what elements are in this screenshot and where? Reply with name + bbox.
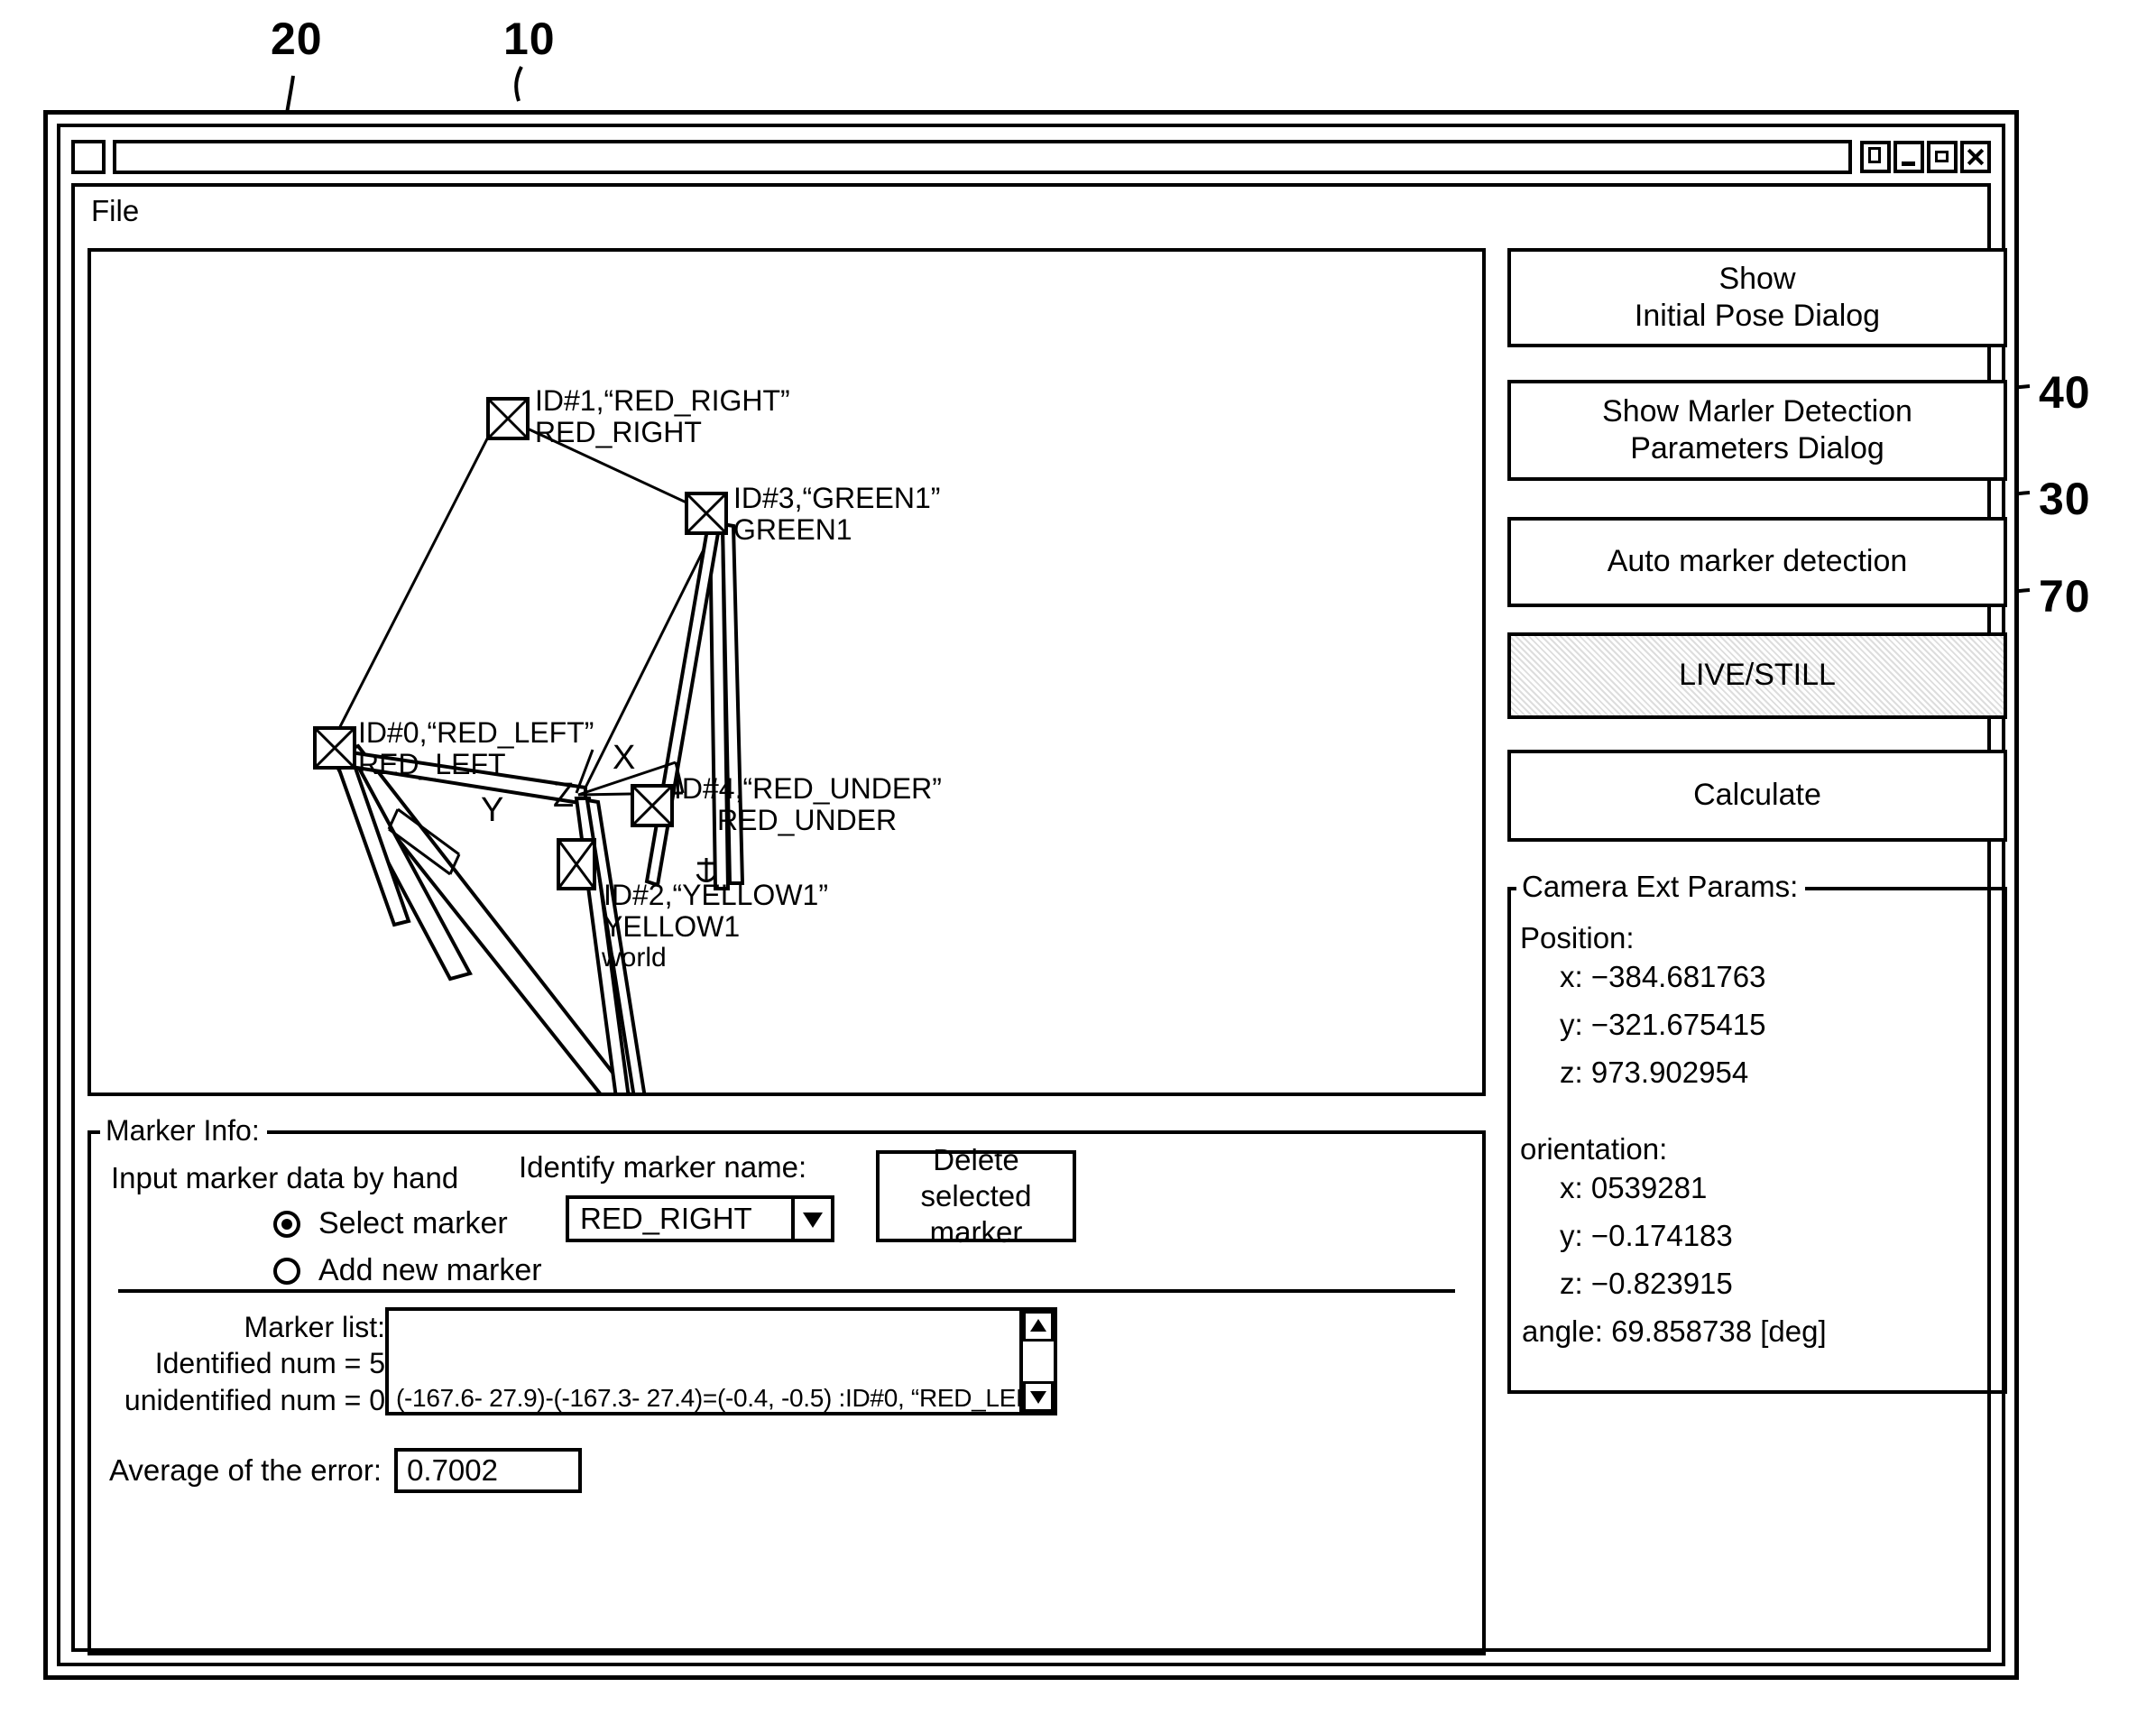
- calculate-button[interactable]: Calculate: [1507, 750, 2007, 842]
- axis-label-z: Z: [553, 777, 575, 815]
- radio-select-marker-label: Select marker: [318, 1206, 508, 1240]
- world-origin-label: world: [602, 943, 667, 973]
- orientation-x: x: 0539281: [1560, 1171, 1708, 1204]
- application-window: File ID#1,“RED_RIGHT” RED_RIGHT ID#3,“GR…: [43, 110, 2019, 1680]
- marker-id-green1: ID#3,“GREEN1”: [733, 482, 941, 514]
- delete-button-line1: Delete: [933, 1142, 1019, 1176]
- show-initial-pose-line1: Show: [1718, 261, 1796, 296]
- marker-name-yellow1: YELLOW1: [603, 909, 741, 943]
- marker-id-red-right: ID#1,“RED_RIGHT”: [535, 384, 790, 417]
- position-x: x: −384.681763: [1560, 960, 1766, 993]
- radio-add-new-marker-label: Add new marker: [318, 1253, 542, 1287]
- callout-30: 30: [2039, 474, 2091, 524]
- scene-wireframe: [313, 397, 745, 1093]
- delete-selected-marker-button[interactable]: Delete selected marker: [876, 1143, 1076, 1249]
- marker-id-red-left: ID#0,“RED_LEFT”: [358, 716, 594, 749]
- shade-button[interactable]: [1860, 141, 1891, 173]
- marker-list-content: (-167.6- 27.9)-(-167.3- 27.4)=(-0.4, -0.…: [389, 1311, 1019, 1412]
- title-bar: [71, 136, 1991, 178]
- radio-add-new-marker[interactable]: Add new marker: [273, 1253, 542, 1288]
- marker-name-red-right: RED_RIGHT: [535, 415, 702, 448]
- show-marker-params-line1: Show Marler Detection: [1602, 393, 1912, 429]
- marker-list-box[interactable]: (-167.6- 27.9)-(-167.3- 27.4)=(-0.4, -0.…: [385, 1307, 1057, 1415]
- camera-ext-params-group: Camera Ext Params: Position: x: −384.681…: [1507, 871, 2007, 1394]
- auto-marker-detection-label: Auto marker detection: [1607, 544, 1908, 579]
- marker-list-labels: Marker list: Identified num = 5 unidenti…: [97, 1309, 385, 1418]
- average-error-label: Average of the error:: [109, 1453, 382, 1487]
- right-control-panel: Show Initial Pose Dialog Show Marler Det…: [1507, 248, 2007, 1655]
- callout-40: 40: [2039, 367, 2091, 418]
- marker-label-green1: ID#3,“GREEN1” GREEN1: [733, 483, 940, 545]
- radio-select-marker-indicator[interactable]: [273, 1210, 300, 1238]
- orientation-y: y: −0.174183: [1560, 1219, 1733, 1252]
- marker-list-row[interactable]: (-167.6- 27.9)-(-167.3- 27.4)=(-0.4, -0.…: [396, 1381, 1019, 1412]
- position-label: Position:: [1520, 921, 1635, 954]
- angle-value: angle: 69.858738 [deg]: [1522, 1314, 1827, 1348]
- axis-label-x: X: [613, 739, 636, 777]
- params-gap: [1520, 1105, 1998, 1129]
- camera-params-body: Position: x: −384.681763 y: −321.675415 …: [1520, 917, 1998, 1346]
- window-title: [113, 140, 1852, 174]
- scene-viewport[interactable]: ID#1,“RED_RIGHT” RED_RIGHT ID#3,“GREEN1”…: [88, 248, 1486, 1096]
- maximize-button[interactable]: [1927, 141, 1958, 173]
- delete-button-line2: selected marker: [920, 1178, 1032, 1249]
- marker-label-red-under: ID#4,“RED_UNDER” RED_UNDER: [674, 773, 942, 835]
- callout-20: 20: [271, 14, 323, 64]
- auto-marker-detection-button[interactable]: Auto marker detection: [1507, 517, 2007, 607]
- average-error-value: 0.7002: [394, 1448, 583, 1493]
- marker-label-red-left: ID#0,“RED_LEFT” RED_LEFT: [358, 717, 594, 779]
- position-y: y: −321.675415: [1560, 1008, 1766, 1041]
- marker-id-red-under: ID#4,“RED_UNDER”: [674, 772, 942, 805]
- close-icon[interactable]: [1960, 141, 1991, 173]
- marker-list-title: Marker list:: [244, 1311, 385, 1343]
- identify-marker-name-label: Identify marker name:: [519, 1150, 807, 1184]
- radio-add-new-marker-indicator[interactable]: [273, 1257, 300, 1285]
- marker-list-scrollbar[interactable]: [1019, 1311, 1054, 1412]
- axis-label-y: Y: [481, 791, 504, 829]
- marker-info-legend: Marker Info:: [100, 1114, 267, 1147]
- show-initial-pose-dialog-button[interactable]: Show Initial Pose Dialog: [1507, 248, 2007, 347]
- callout-10: 10: [503, 14, 556, 64]
- show-initial-pose-line2: Initial Pose Dialog: [1634, 299, 1881, 333]
- radio-select-marker[interactable]: Select marker: [273, 1206, 508, 1241]
- show-marker-detection-params-button[interactable]: Show Marler Detection Parameters Dialog: [1507, 380, 2007, 481]
- menu-bar: File: [71, 183, 1991, 234]
- scroll-up-icon[interactable]: [1023, 1311, 1054, 1342]
- input-by-hand-label: Input marker data by hand: [111, 1161, 459, 1194]
- camera-params-legend: Camera Ext Params:: [1516, 871, 1806, 903]
- window-content: ID#1,“RED_RIGHT” RED_RIGHT ID#3,“GREEN1”…: [71, 234, 2007, 1655]
- marker-id-yellow1: ID#2,“YELLOW1”: [603, 879, 828, 911]
- show-marker-params-line2: Parameters Dialog: [1630, 431, 1884, 466]
- marker-label-red-right: ID#1,“RED_RIGHT” RED_RIGHT: [535, 385, 790, 447]
- chevron-down-icon[interactable]: [791, 1199, 831, 1239]
- marker-info-group: Marker Info: Input marker data by hand S…: [88, 1114, 1486, 1655]
- marker-label-yellow1: ID#2,“YELLOW1” YELLOW1: [603, 880, 828, 942]
- window-inner-frame: File ID#1,“RED_RIGHT” RED_RIGHT ID#3,“GR…: [57, 124, 2007, 1666]
- scroll-down-icon[interactable]: [1023, 1381, 1054, 1412]
- unidentified-count: unidentified num = 0: [124, 1383, 385, 1416]
- marker-name-red-left: RED_LEFT: [358, 747, 506, 780]
- marker-name-selected-value: RED_RIGHT: [580, 1202, 752, 1235]
- scrollbar-track[interactable]: [1023, 1342, 1054, 1381]
- callout-70: 70: [2039, 571, 2091, 622]
- calculate-label: Calculate: [1693, 778, 1821, 813]
- system-menu-icon[interactable]: [71, 140, 106, 174]
- identified-count: Identified num = 5: [154, 1347, 385, 1380]
- average-error-row: Average of the error: 0.7002: [109, 1448, 583, 1493]
- marker-info-body: Input marker data by hand Select marker …: [88, 1130, 1486, 1655]
- orientation-z: z: −0.823915: [1560, 1267, 1733, 1300]
- marker-name-green1: GREEN1: [733, 512, 852, 546]
- marker-info-divider: [118, 1289, 1455, 1293]
- orientation-label: orientation:: [1520, 1132, 1668, 1166]
- position-z: z: 973.902954: [1560, 1056, 1749, 1089]
- marker-name-select[interactable]: RED_RIGHT: [566, 1195, 834, 1242]
- menu-item-file[interactable]: File: [75, 196, 148, 226]
- minimize-button[interactable]: [1893, 141, 1924, 173]
- live-still-label: LIVE/STILL: [1679, 658, 1836, 693]
- live-still-button[interactable]: LIVE/STILL: [1507, 632, 2007, 719]
- marker-name-red-under: RED_UNDER: [717, 803, 898, 836]
